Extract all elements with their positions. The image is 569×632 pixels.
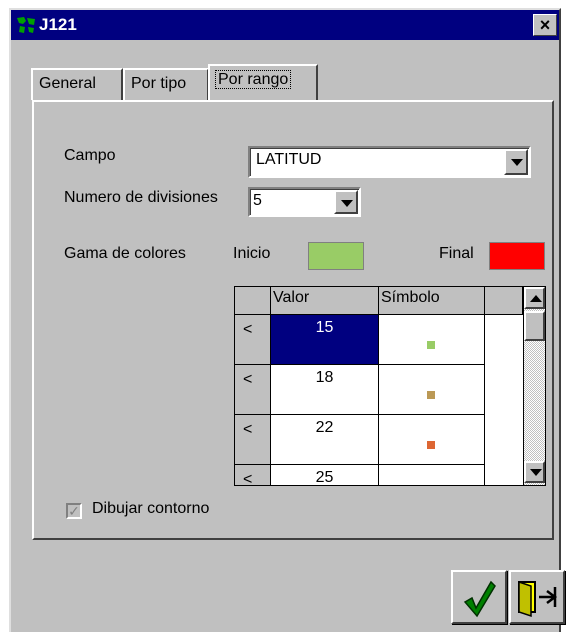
divisiones-label: Numero de divisiones xyxy=(64,189,218,206)
inicio-label: Inicio xyxy=(233,245,271,262)
arrow-up-icon xyxy=(530,295,542,302)
tab-por-rango-label: Por rango xyxy=(214,70,292,89)
chevron-down-icon xyxy=(341,200,353,207)
divisiones-select[interactable]: 5 xyxy=(248,187,361,217)
table-cell-simbolo[interactable] xyxy=(379,365,485,415)
close-icon: × xyxy=(539,15,551,35)
row-operator: < xyxy=(235,465,271,485)
ranges-table: Valor Símbolo < 15 < 18 < 22 < 25 xyxy=(234,286,546,486)
row-operator: < xyxy=(235,415,271,465)
symbol-swatch xyxy=(427,441,435,449)
table-cell-valor[interactable]: 22 xyxy=(271,415,379,465)
divisiones-value: 5 xyxy=(253,192,262,209)
close-button[interactable]: × xyxy=(533,14,557,36)
final-color-swatch[interactable] xyxy=(489,242,545,270)
map-icon xyxy=(15,15,37,35)
row-operator: < xyxy=(235,315,271,365)
tab-por-tipo-label: Por tipo xyxy=(131,75,187,92)
tab-panel-por-rango: Campo LATITUD Numero de divisiones 5 Gam… xyxy=(32,100,554,540)
campo-dropdown-button[interactable] xyxy=(504,149,528,175)
table-vertical-scrollbar[interactable] xyxy=(523,287,545,485)
table-corner-header xyxy=(235,287,271,315)
checkmark-icon: ✓ xyxy=(68,503,80,519)
table-cell-valor[interactable]: 25 xyxy=(271,465,379,485)
extra-column-header xyxy=(485,287,523,315)
table-cell-simbolo[interactable] xyxy=(379,315,485,365)
final-label: Final xyxy=(439,245,474,262)
ok-button[interactable] xyxy=(451,570,507,624)
tab-por-rango[interactable]: Por rango xyxy=(208,64,318,100)
table-cell-simbolo[interactable] xyxy=(379,465,485,485)
window-title: J121 xyxy=(39,15,77,34)
divisiones-dropdown-button[interactable] xyxy=(334,190,358,214)
campo-label: Campo xyxy=(64,147,116,164)
simbolo-column-header: Símbolo xyxy=(379,287,485,315)
campo-value: LATITUD xyxy=(256,151,322,168)
exit-door-icon xyxy=(518,580,558,618)
gama-colores-label: Gama de colores xyxy=(64,245,186,262)
scroll-up-button[interactable] xyxy=(524,287,545,309)
symbol-swatch xyxy=(427,341,435,349)
exit-button[interactable] xyxy=(509,570,565,624)
scroll-thumb[interactable] xyxy=(524,311,545,341)
row-operator: < xyxy=(235,365,271,415)
table-cell-simbolo[interactable] xyxy=(379,415,485,465)
arrow-down-icon xyxy=(530,469,542,476)
chevron-down-icon xyxy=(511,159,523,166)
symbol-swatch xyxy=(427,391,435,399)
campo-select[interactable]: LATITUD xyxy=(248,146,531,178)
dibujar-contorno-checkbox[interactable]: ✓ xyxy=(66,503,82,519)
dibujar-contorno-label: Dibujar contorno xyxy=(92,500,210,517)
tab-general-label: General xyxy=(39,75,96,92)
inicio-color-swatch[interactable] xyxy=(308,242,364,270)
tab-general[interactable]: General xyxy=(31,68,123,100)
scroll-down-button[interactable] xyxy=(524,461,545,483)
checkmark-icon xyxy=(463,580,496,618)
dialog-window: J121 × General Por tipo Por rango Campo … xyxy=(9,8,565,632)
valor-column-header: Valor xyxy=(271,287,379,315)
tab-por-tipo[interactable]: Por tipo xyxy=(123,68,209,100)
table-cell-valor[interactable]: 18 xyxy=(271,365,379,415)
table-cell-valor[interactable]: 15 xyxy=(271,315,379,365)
title-bar: J121 × xyxy=(11,10,559,40)
